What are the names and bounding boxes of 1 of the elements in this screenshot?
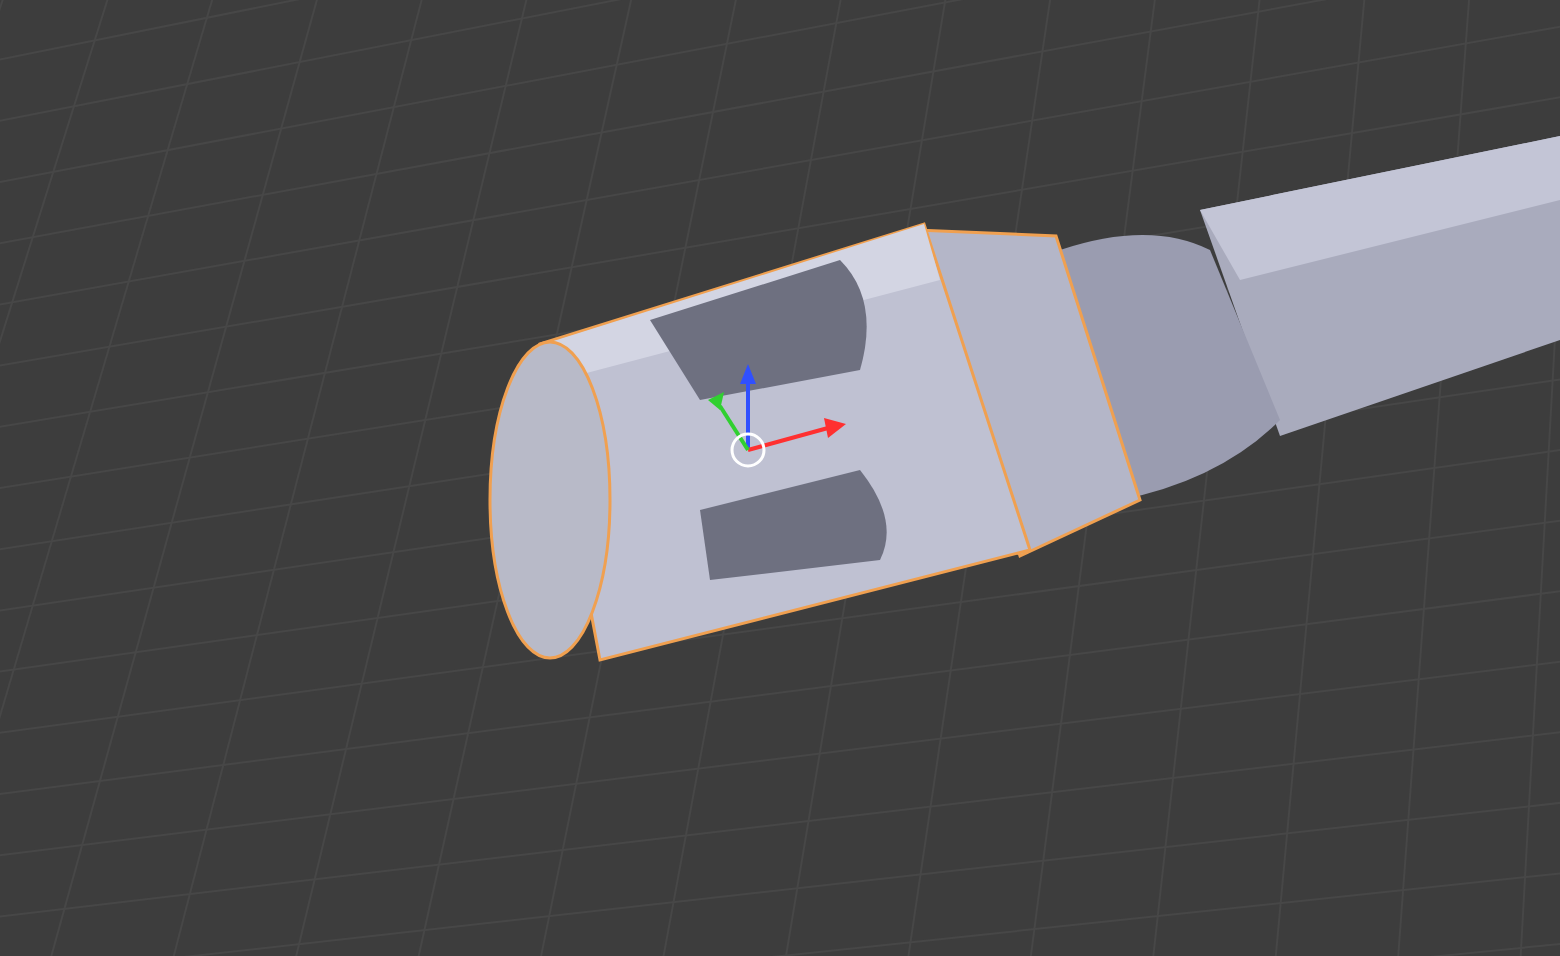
move-gizmo-icon[interactable] [708,364,846,468]
